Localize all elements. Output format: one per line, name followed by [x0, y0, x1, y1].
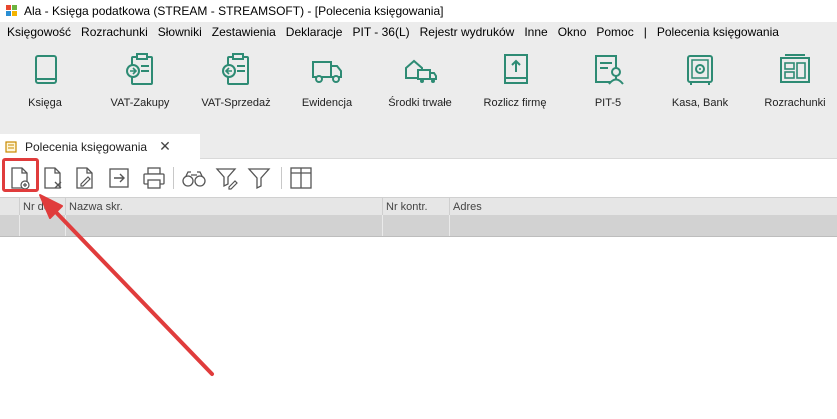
- annotation-arrow: [39, 194, 214, 376]
